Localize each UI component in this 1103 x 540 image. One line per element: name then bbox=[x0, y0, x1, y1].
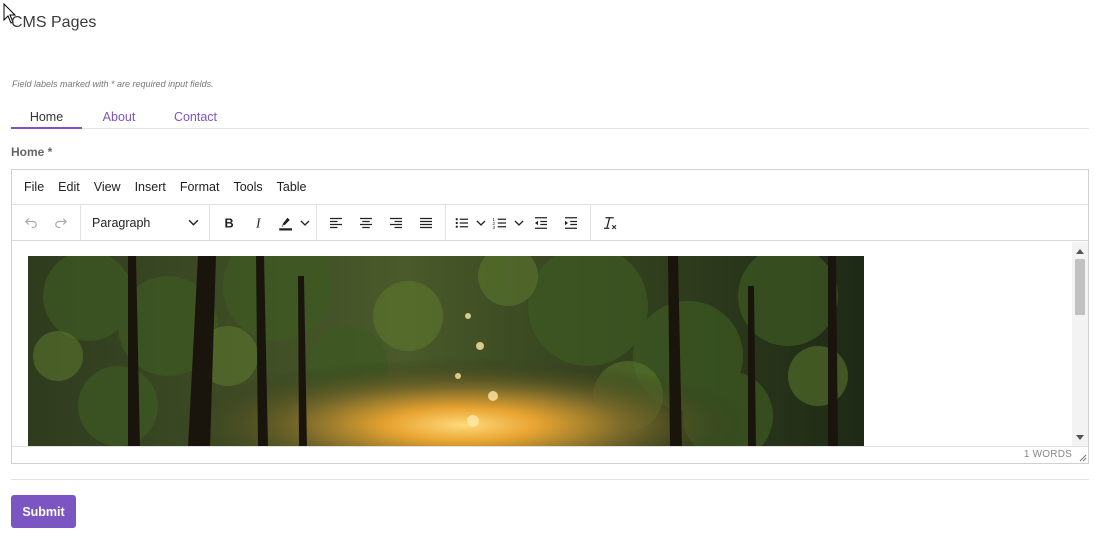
alignment-group bbox=[317, 205, 446, 240]
bold-button[interactable]: B bbox=[214, 209, 244, 237]
menu-file[interactable]: File bbox=[17, 180, 51, 194]
italic-button[interactable]: I bbox=[244, 209, 274, 237]
clear-formatting-button[interactable] bbox=[595, 209, 625, 237]
editor-statusbar: 1 WORDS bbox=[12, 446, 1088, 463]
resize-handle-icon[interactable] bbox=[1077, 452, 1087, 462]
menu-insert[interactable]: Insert bbox=[128, 180, 173, 194]
numbered-list-dropdown[interactable] bbox=[512, 209, 526, 237]
menu-tools[interactable]: Tools bbox=[226, 180, 269, 194]
undo-button[interactable] bbox=[16, 209, 46, 237]
align-right-button[interactable] bbox=[381, 209, 411, 237]
justify-icon bbox=[420, 217, 432, 228]
undo-icon bbox=[24, 217, 37, 228]
home-field-label: Home * bbox=[11, 145, 53, 159]
outdent-button[interactable] bbox=[526, 209, 556, 237]
tab-about[interactable]: About bbox=[98, 107, 140, 129]
outdent-icon bbox=[535, 216, 547, 229]
svg-text:B: B bbox=[225, 215, 234, 230]
scrollbar-thumb[interactable] bbox=[1075, 259, 1085, 315]
italic-icon: I bbox=[255, 215, 262, 230]
svg-text:3: 3 bbox=[493, 225, 496, 230]
chevron-down-icon bbox=[476, 220, 486, 226]
indent-button[interactable] bbox=[556, 209, 586, 237]
menu-table[interactable]: Table bbox=[270, 180, 314, 194]
chevron-down-icon bbox=[188, 219, 199, 226]
bold-icon: B bbox=[225, 215, 234, 230]
required-fields-hint: Field labels marked with * are required … bbox=[12, 79, 214, 89]
bullet-list-button[interactable] bbox=[450, 209, 474, 237]
page-title: CMS Pages bbox=[11, 14, 97, 31]
highlight-button[interactable] bbox=[274, 209, 298, 237]
align-center-icon bbox=[360, 217, 372, 228]
word-count[interactable]: 1 WORDS bbox=[1024, 449, 1072, 460]
chevron-down-icon bbox=[514, 220, 524, 226]
align-center-button[interactable] bbox=[351, 209, 381, 237]
numbered-list-split-button: 123 bbox=[488, 209, 526, 237]
block-format-group: Paragraph bbox=[81, 205, 210, 240]
form-divider bbox=[11, 479, 1089, 480]
redo-button[interactable] bbox=[46, 209, 76, 237]
tab-home[interactable]: Home bbox=[11, 107, 82, 129]
tab-contact[interactable]: Contact bbox=[169, 107, 222, 129]
forest-photo[interactable] bbox=[28, 256, 864, 447]
highlight-split-button bbox=[274, 209, 312, 237]
history-group bbox=[12, 205, 81, 240]
highlight-icon bbox=[279, 217, 292, 230]
numbered-list-icon: 123 bbox=[493, 216, 506, 230]
list-group: 123 bbox=[446, 205, 591, 240]
block-format-value: Paragraph bbox=[92, 215, 151, 230]
svg-text:I: I bbox=[255, 215, 262, 230]
justify-button[interactable] bbox=[411, 209, 441, 237]
align-left-button[interactable] bbox=[321, 209, 351, 237]
redo-icon bbox=[55, 217, 68, 228]
bullet-list-icon bbox=[455, 217, 468, 228]
indent-icon bbox=[565, 216, 577, 229]
clear-formatting-icon bbox=[604, 216, 617, 229]
submit-button[interactable]: Submit bbox=[11, 495, 76, 528]
align-right-icon bbox=[390, 217, 402, 228]
scroll-down-arrow-icon[interactable] bbox=[1072, 431, 1088, 445]
numbered-list-button[interactable]: 123 bbox=[488, 209, 512, 237]
menu-edit[interactable]: Edit bbox=[51, 180, 87, 194]
scroll-up-arrow-icon[interactable] bbox=[1072, 244, 1088, 258]
rich-text-editor: File Edit View Insert Format Tools Table… bbox=[11, 169, 1089, 464]
editor-toolbar: Paragraph B I 1 2 3 bbox=[12, 205, 1088, 241]
formatting-group: B I bbox=[210, 205, 317, 240]
bullet-list-split-button bbox=[450, 209, 488, 237]
menu-view[interactable]: View bbox=[87, 180, 128, 194]
editor-menubar: File Edit View Insert Format Tools Table bbox=[12, 170, 1088, 205]
editor-scrollbar[interactable] bbox=[1072, 242, 1088, 447]
editor-content-area[interactable] bbox=[12, 242, 1088, 447]
clear-group bbox=[591, 205, 629, 240]
bullet-list-dropdown[interactable] bbox=[474, 209, 488, 237]
page-tabs: Home About Contact bbox=[11, 107, 1089, 129]
align-left-icon bbox=[330, 217, 342, 228]
block-format-select[interactable]: Paragraph bbox=[85, 209, 205, 237]
chevron-down-icon bbox=[300, 220, 310, 226]
menu-format[interactable]: Format bbox=[173, 180, 227, 194]
highlight-dropdown[interactable] bbox=[298, 209, 312, 237]
